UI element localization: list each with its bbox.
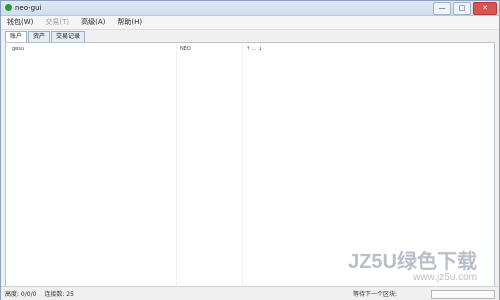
account-cell: gesu — [12, 46, 25, 52]
maximize-button[interactable]: □ — [453, 2, 471, 15]
window-title: neo-gui — [15, 4, 42, 12]
status-info: 高度: 0/0/0 连接数: 25 — [5, 289, 80, 298]
app-logo-icon — [5, 4, 12, 11]
menu-help[interactable]: 帮助(H) — [111, 16, 148, 29]
block-height: 高度: 0/0/0 — [5, 291, 37, 298]
table-row[interactable]: gesu NEO ↑ ... ↓ — [6, 46, 494, 54]
menu-advanced[interactable]: 高级(A) — [75, 16, 111, 29]
block-progress-bar — [431, 290, 495, 299]
balance-cell: ↑ ... ↓ — [246, 46, 263, 52]
menu-transaction[interactable]: 交易(T) — [39, 16, 75, 29]
next-block-label: 等待下一个区块: — [353, 291, 398, 298]
column-divider — [176, 43, 177, 286]
tab-assets[interactable]: 资产 — [28, 31, 51, 42]
title-bar[interactable]: neo-gui — □ ✕ — [1, 1, 499, 16]
menu-bar: 钱包(W) 交易(T) 高级(A) 帮助(H) — [1, 16, 499, 30]
watermark-title: JZ5U绿色下载 — [348, 251, 477, 273]
status-bar: 高度: 0/0/0 连接数: 25 等待下一个区块: — [1, 286, 499, 300]
tab-bar: 账户 资产 交易记录 — [5, 31, 86, 43]
window-controls: — □ ✕ — [433, 2, 497, 15]
watermark: JZ5U绿色下载 www.jz5u.com — [348, 245, 477, 283]
menu-wallet[interactable]: 钱包(W) — [1, 16, 39, 29]
column-divider — [242, 43, 243, 286]
app-window: neo-gui — □ ✕ 钱包(W) 交易(T) 高级(A) 帮助(H) 账户… — [0, 0, 500, 300]
close-button[interactable]: ✕ — [473, 2, 497, 15]
asset-cell: NEO — [180, 46, 191, 52]
tab-transaction-history[interactable]: 交易记录 — [51, 31, 86, 42]
connection-count: 连接数: 25 — [44, 291, 74, 298]
minimize-button[interactable]: — — [433, 2, 451, 15]
